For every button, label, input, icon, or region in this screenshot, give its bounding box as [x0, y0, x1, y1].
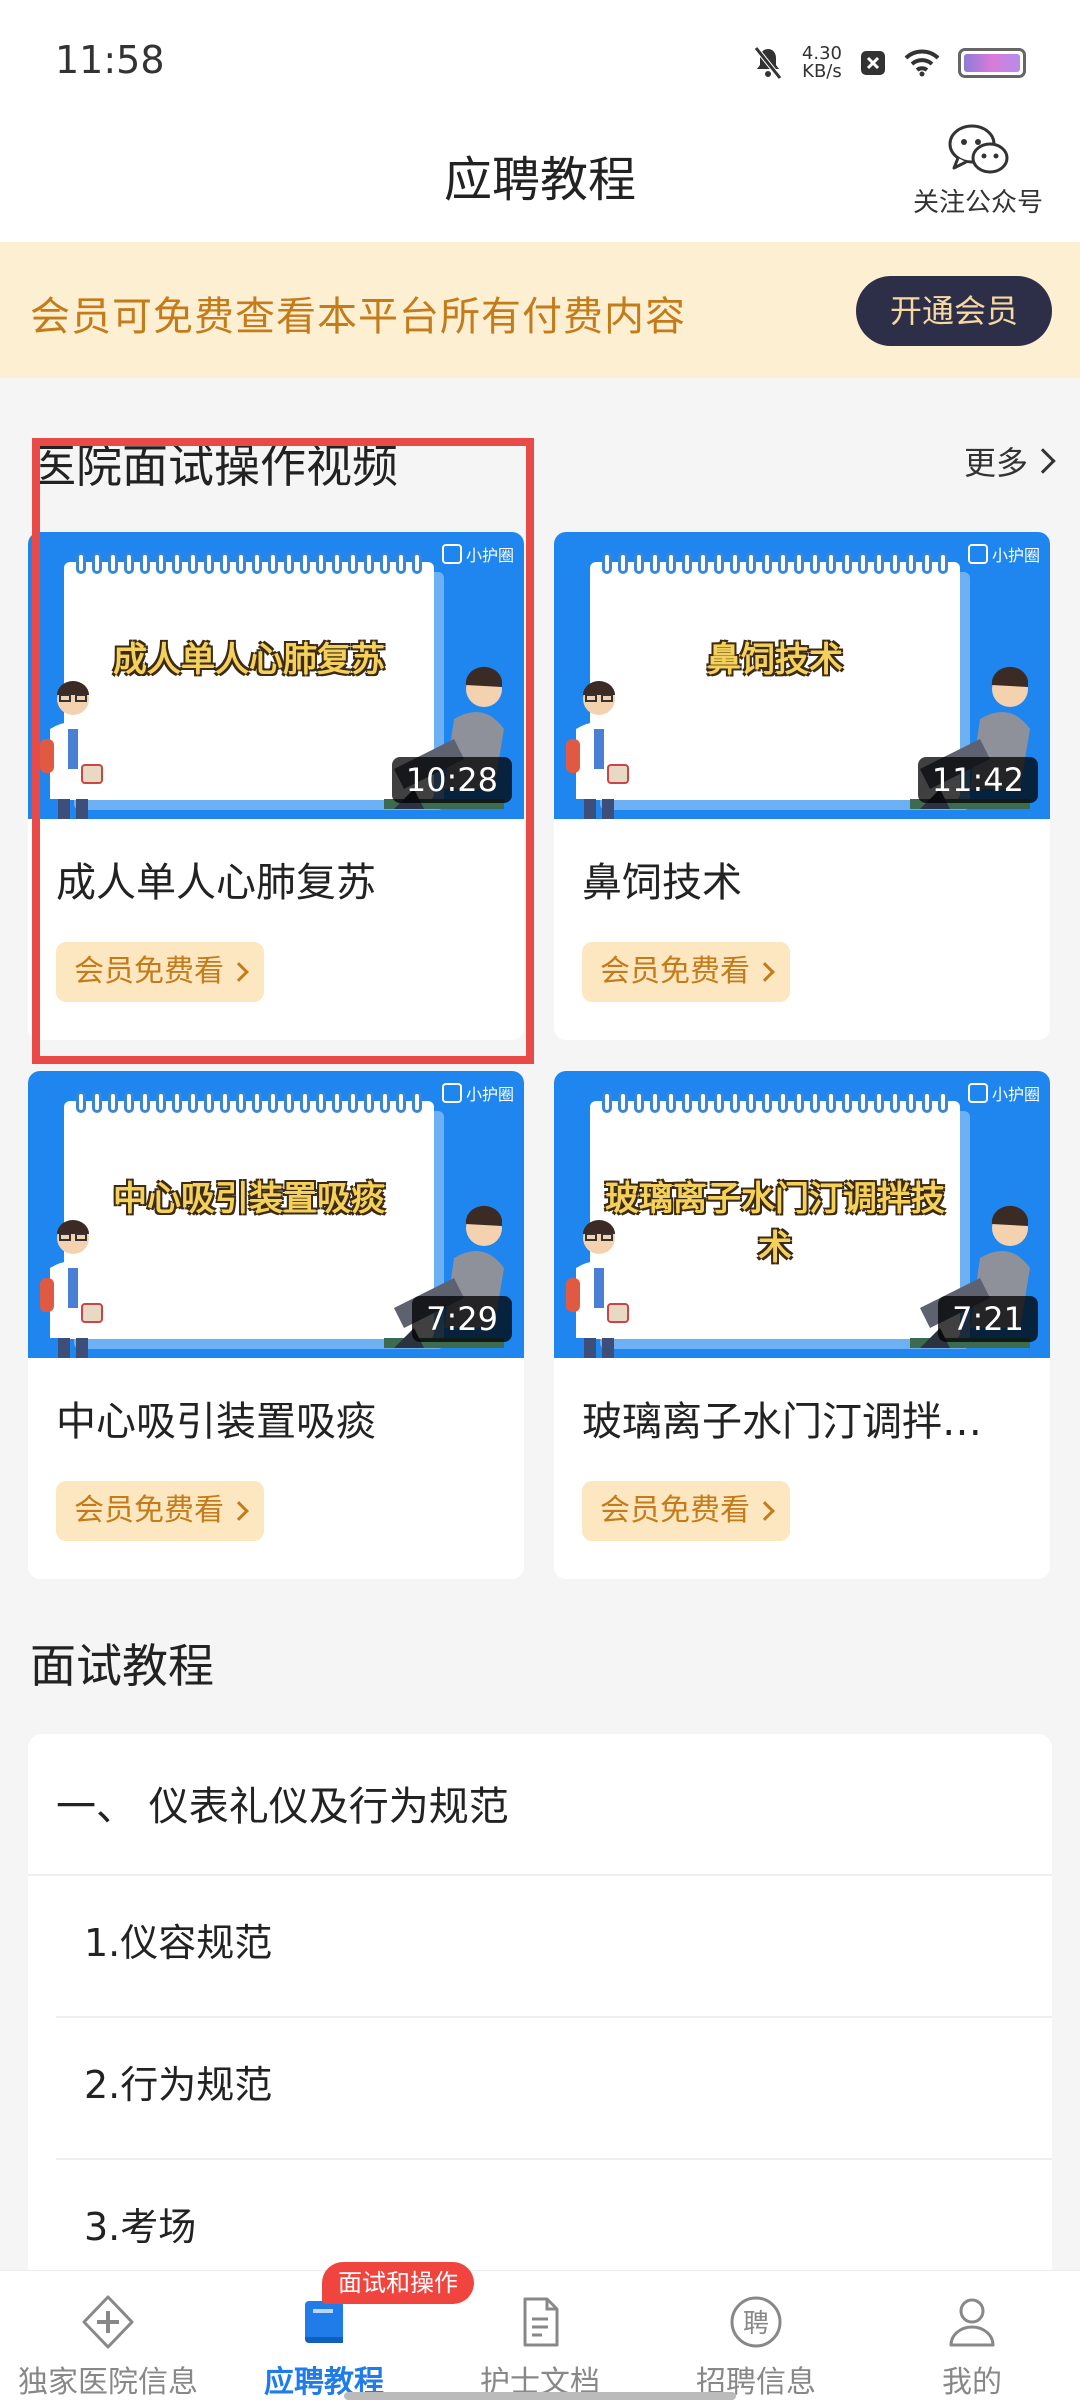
- document-icon: [523, 2297, 559, 2347]
- recruit-icon: 聘: [730, 2296, 782, 2348]
- member-free-watch-button[interactable]: 会员免费看: [582, 942, 790, 1002]
- free-label: 会员免费看: [74, 1493, 224, 1528]
- network-speed-unit: KB/s: [802, 61, 842, 82]
- free-label: 会员免费看: [600, 954, 750, 989]
- divider: [56, 2158, 1052, 2160]
- app-header: 应聘教程 关注公众号: [0, 120, 1080, 242]
- brand-name: 小护圈: [465, 1085, 514, 1104]
- nav-hospital-info[interactable]: 独家医院信息: [0, 2293, 216, 2401]
- notebook-rings: [602, 552, 948, 574]
- notebook-rings: [76, 552, 422, 574]
- doctor-illustration: [40, 1220, 103, 1358]
- more-label: 更多: [963, 444, 1028, 482]
- member-banner-text: 会员可免费查看本平台所有付费内容: [30, 294, 686, 340]
- open-membership-button[interactable]: 开通会员: [856, 276, 1052, 346]
- video-thumbnail[interactable]: 鼻饲技术 小护圈 11:42: [554, 532, 1050, 819]
- chevron-right-icon: [755, 1501, 775, 1521]
- member-banner: 会员可免费查看本平台所有付费内容 开通会员: [0, 242, 1080, 378]
- nav-label: 独家医院信息: [18, 2365, 198, 2400]
- status-bar: 11:58 4.30 KB/s: [0, 0, 1080, 120]
- wechat-icon: [948, 124, 1009, 174]
- follow-label: 关注公众号: [912, 188, 1043, 218]
- video-thumbnail[interactable]: 成人单人心肺复苏 小护圈 10:28: [28, 532, 524, 819]
- divider: [28, 1874, 1052, 1876]
- video-card[interactable]: 玻璃离子水门汀调拌技术 小护圈 7:21 玻璃离子水门汀调拌… 会员免费看: [554, 1071, 1050, 1579]
- divider: [56, 2016, 1052, 2018]
- video-card[interactable]: 中心吸引装置吸痰 小护圈 7:29 中心吸引装置吸痰 会员免费看: [28, 1071, 524, 1579]
- brand-logo-icon: [441, 1083, 462, 1103]
- brand-logo-icon: [441, 544, 462, 564]
- tutorial-item[interactable]: 1.仪容规范: [84, 1912, 272, 1967]
- tutorial-item[interactable]: 2.行为规范: [84, 2054, 272, 2109]
- notebook-rings: [602, 1091, 948, 1113]
- brand-watermark: 小护圈: [441, 542, 514, 566]
- video-duration: 10:28: [391, 757, 512, 803]
- video-card[interactable]: 鼻饲技术 小护圈 11:42 鼻饲技术 会员免费看: [554, 532, 1050, 1040]
- member-free-watch-button[interactable]: 会员免费看: [56, 1481, 264, 1541]
- follow-official-account-button[interactable]: 关注公众号: [908, 122, 1048, 219]
- wifi-icon: [904, 49, 940, 77]
- brand-name: 小护圈: [465, 546, 514, 565]
- chevron-right-icon: [755, 962, 775, 982]
- home-indicator[interactable]: [344, 2392, 736, 2400]
- user-icon: [949, 2298, 995, 2347]
- video-title[interactable]: 成人单人心肺复苏: [56, 850, 506, 908]
- video-title[interactable]: 中心吸引装置吸痰: [56, 1389, 506, 1447]
- brand-watermark: 小护圈: [441, 1081, 514, 1105]
- doctor-illustration: [566, 1220, 629, 1358]
- nav-nurse-docs[interactable]: 护士文档: [432, 2293, 648, 2401]
- free-label: 会员免费看: [74, 954, 224, 989]
- video-title[interactable]: 鼻饲技术: [582, 850, 1032, 908]
- video-duration: 7:21: [938, 1296, 1038, 1342]
- bottom-nav: 独家医院信息 应聘教程 护士文档 聘 招聘信息 我的: [0, 2270, 1080, 2408]
- brand-logo-icon: [967, 544, 988, 564]
- network-speed: 4.30 KB/s: [802, 45, 842, 81]
- battery-icon: [958, 48, 1026, 78]
- video-card[interactable]: 成人单人心肺复苏 小护圈 10:28 成人单人心肺复苏 会员免费看: [28, 532, 524, 1040]
- more-link[interactable]: 更多: [963, 438, 1056, 484]
- tutorial-section-title: 面试教程: [30, 1639, 214, 1693]
- member-free-watch-button[interactable]: 会员免费看: [56, 942, 264, 1002]
- doctor-illustration: [566, 681, 629, 819]
- nav-tutorial[interactable]: 应聘教程: [216, 2293, 432, 2401]
- brand-name: 小护圈: [991, 546, 1040, 565]
- doctor-illustration: [40, 681, 103, 819]
- chevron-right-icon: [229, 1501, 249, 1521]
- svg-text:聘: 聘: [743, 2309, 769, 2339]
- nav-label: 我的: [942, 2365, 1002, 2400]
- video-title[interactable]: 玻璃离子水门汀调拌…: [582, 1389, 1032, 1447]
- brand-logo-icon: [967, 1083, 988, 1103]
- brand-watermark: 小护圈: [967, 542, 1040, 566]
- video-duration: 7:29: [412, 1296, 512, 1342]
- status-icons: 4.30 KB/s: [752, 40, 1026, 86]
- status-time: 11:58: [55, 38, 165, 82]
- mute-bell-icon: [753, 46, 782, 80]
- chevron-right-icon: [229, 962, 249, 982]
- video-section-title: 医院面试操作视频: [30, 439, 398, 493]
- tutorial-list: 一、 仪表礼仪及行为规范 1.仪容规范 2.行为规范 3.考场: [28, 1734, 1052, 2294]
- brand-name: 小护圈: [991, 1085, 1040, 1104]
- notebook-rings: [76, 1091, 422, 1113]
- brand-watermark: 小护圈: [967, 1081, 1040, 1105]
- close-box-icon: [861, 51, 885, 75]
- video-thumbnail[interactable]: 玻璃离子水门汀调拌技术 小护圈 7:21: [554, 1071, 1050, 1358]
- chevron-right-icon: [1030, 448, 1056, 474]
- video-thumbnail[interactable]: 中心吸引装置吸痰 小护圈 7:29: [28, 1071, 524, 1358]
- member-free-watch-button[interactable]: 会员免费看: [582, 1481, 790, 1541]
- free-label: 会员免费看: [600, 1493, 750, 1528]
- hospital-cross-icon: [82, 2295, 134, 2349]
- tutorial-item[interactable]: 3.考场: [84, 2196, 196, 2251]
- tutorial-group-title[interactable]: 一、 仪表礼仪及行为规范: [56, 1774, 509, 1832]
- nav-recruitment[interactable]: 聘 招聘信息: [648, 2293, 864, 2401]
- nav-badge: 面试和操作: [322, 2262, 474, 2304]
- nav-mine[interactable]: 我的: [864, 2293, 1080, 2401]
- video-duration: 11:42: [917, 757, 1038, 803]
